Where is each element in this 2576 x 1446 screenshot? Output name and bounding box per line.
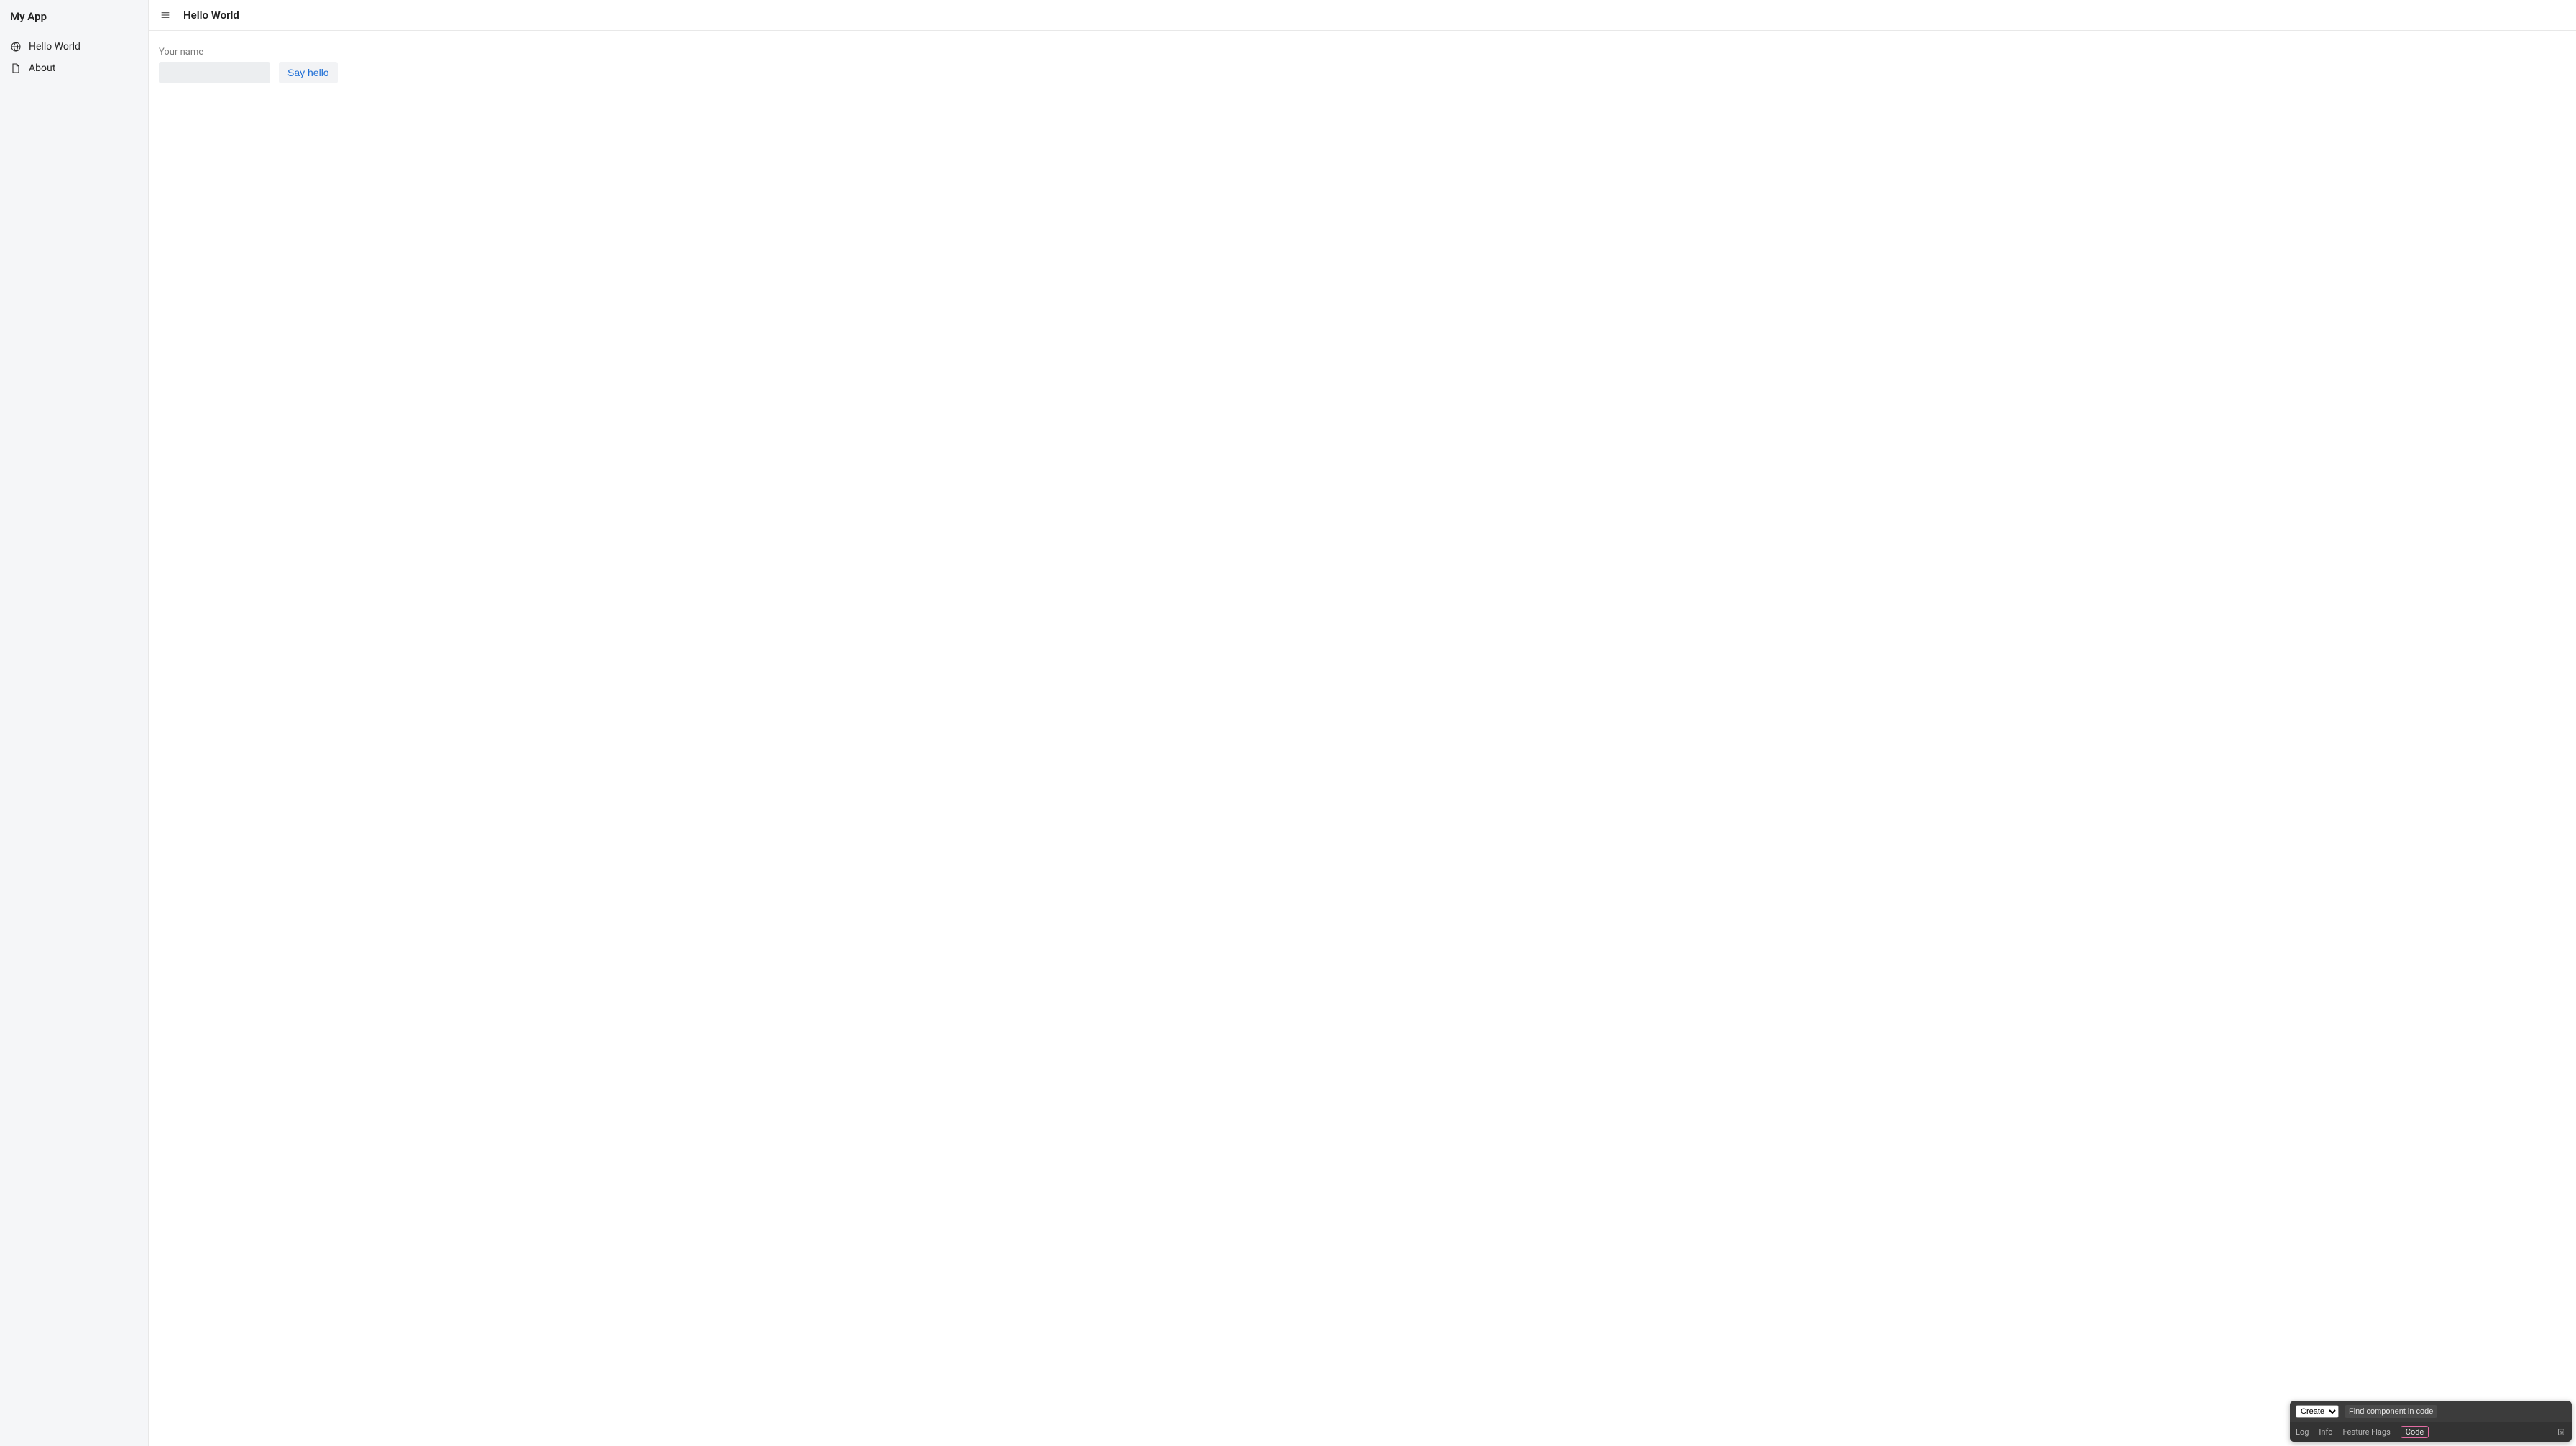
devtool-top: Create Find component in code (2290, 1401, 2572, 1422)
sidebar-item-hello-world[interactable]: Hello World (0, 36, 148, 57)
header: Hello World (149, 0, 2576, 31)
say-hello-button[interactable]: Say hello (279, 62, 338, 83)
devtool-bottom: Log Info Feature Flags Code (2290, 1422, 2572, 1442)
form-row: Say hello (159, 62, 2566, 83)
globe-icon (10, 41, 22, 52)
sidebar: My App Hello World About (0, 0, 149, 1446)
menu-icon[interactable] (159, 9, 172, 22)
app-title: My App (0, 0, 148, 36)
popout-icon[interactable] (2556, 1427, 2566, 1437)
name-input[interactable] (159, 62, 270, 83)
devtool-panel: Create Find component in code Log Info F… (2290, 1401, 2572, 1442)
create-select[interactable]: Create (2296, 1405, 2339, 1418)
devtool-tab-info[interactable]: Info (2319, 1427, 2332, 1437)
find-component-button[interactable]: Find component in code (2345, 1405, 2437, 1418)
sidebar-item-about[interactable]: About (0, 57, 148, 79)
devtool-tab-code[interactable]: Code (2401, 1426, 2429, 1438)
sidebar-item-label: About (29, 63, 55, 74)
name-label: Your name (159, 47, 2566, 57)
document-icon (10, 63, 22, 74)
devtool-tab-feature-flags[interactable]: Feature Flags (2343, 1427, 2391, 1437)
main: Hello World Your name Say hello (149, 0, 2576, 1446)
page-title: Hello World (183, 9, 239, 22)
devtool-tab-log[interactable]: Log (2296, 1427, 2309, 1437)
content: Your name Say hello (149, 31, 2576, 99)
sidebar-item-label: Hello World (29, 41, 80, 52)
